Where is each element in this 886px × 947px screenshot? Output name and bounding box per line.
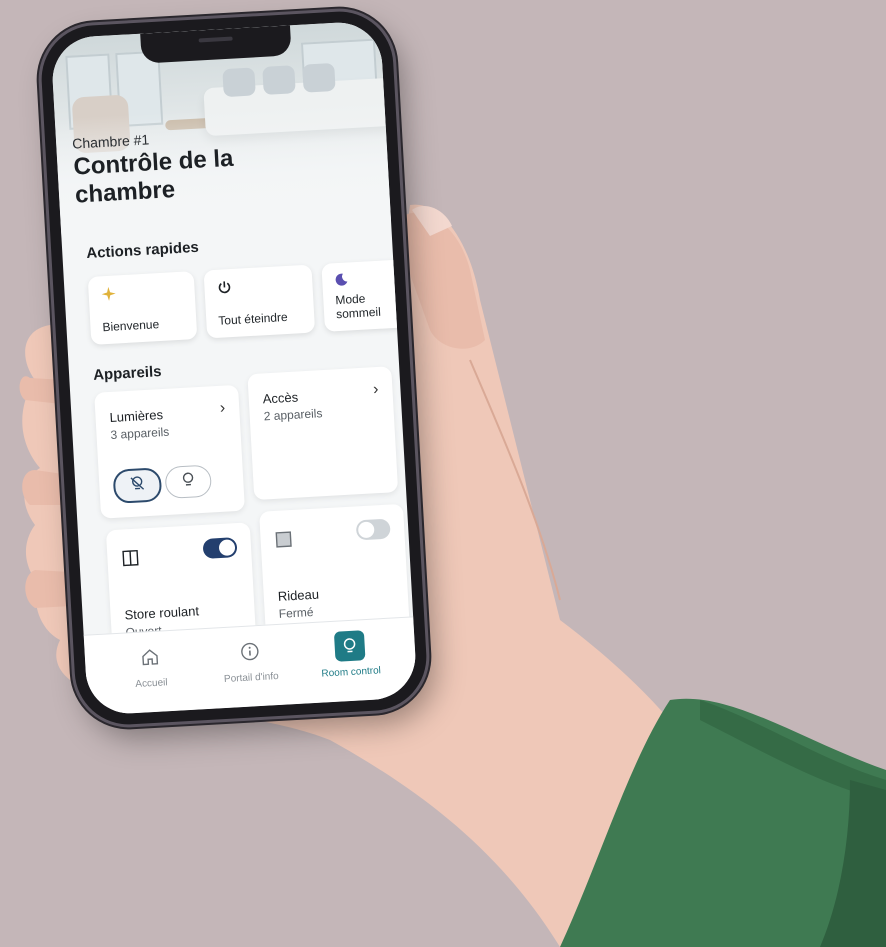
- chevron-right-icon: ›: [372, 380, 379, 399]
- cushion-shape: [222, 67, 256, 98]
- quick-action-welcome[interactable]: Bienvenue: [87, 271, 198, 345]
- device-count: 2 appareils: [263, 406, 323, 424]
- tab-info-portal[interactable]: Portail d'info: [199, 634, 302, 699]
- tab-room-control[interactable]: Room control: [299, 628, 402, 693]
- tab-label: Room control: [321, 665, 382, 680]
- home-icon: [134, 641, 166, 673]
- tab-label: Accueil: [135, 677, 168, 690]
- tab-label: Portail d'info: [223, 670, 279, 686]
- phone-frame: Chambre #1 Contrôle de la chambre Action…: [38, 8, 430, 728]
- lightbulb-off-icon: [128, 474, 147, 498]
- device-card-access[interactable]: Accès 2 appareils ›: [247, 366, 399, 501]
- curtain-toggle[interactable]: [355, 518, 391, 541]
- app-screen: Chambre #1 Contrôle de la chambre Action…: [50, 20, 418, 716]
- quick-actions-title: Actions rapides: [85, 238, 200, 263]
- blind-toggle[interactable]: [202, 537, 238, 559]
- finger-3: [25, 570, 72, 608]
- quick-action-label: Bienvenue: [102, 317, 160, 335]
- chevron-right-icon: ›: [219, 399, 226, 417]
- quick-action-sleep[interactable]: Mode sommeil: [321, 259, 411, 332]
- toggle-knob: [357, 521, 375, 539]
- info-icon: [234, 636, 266, 668]
- power-icon: [216, 279, 233, 299]
- lightbulb-icon: [179, 470, 198, 494]
- device-name: Accès: [262, 389, 299, 407]
- toggle-knob: [218, 539, 236, 557]
- quick-action-label: Tout éteindre: [217, 309, 289, 328]
- device-name: Store roulant: [124, 603, 200, 623]
- cushion-shape: [262, 65, 296, 95]
- device-card-lights[interactable]: Lumières 3 appareils ›: [94, 384, 245, 519]
- device-count: 3 appareils: [110, 424, 170, 442]
- devices-title: Appareils: [92, 363, 162, 384]
- light-on-button[interactable]: [164, 464, 213, 499]
- bottom-tab-bar: Accueil Portail d'info Room control: [83, 616, 418, 716]
- tab-home[interactable]: Accueil: [99, 639, 202, 704]
- lightbulb-icon: [333, 630, 366, 662]
- device-name: Lumières: [109, 407, 164, 426]
- quick-actions-row: Bienvenue Tout éteindre Mode sommeil: [87, 259, 411, 347]
- cushion-shape: [302, 62, 336, 93]
- curtain-icon: [274, 530, 293, 554]
- blind-icon: [121, 549, 140, 573]
- quick-action-label: Mode sommeil: [334, 291, 382, 322]
- quick-action-all-off[interactable]: Tout éteindre: [203, 264, 316, 339]
- speaker-grille: [198, 36, 233, 43]
- device-state: Fermé: [278, 604, 314, 621]
- moon-icon: [334, 272, 349, 290]
- device-name: Rideau: [277, 586, 320, 604]
- light-off-button[interactable]: [112, 467, 163, 504]
- sparkle-icon: [100, 285, 117, 305]
